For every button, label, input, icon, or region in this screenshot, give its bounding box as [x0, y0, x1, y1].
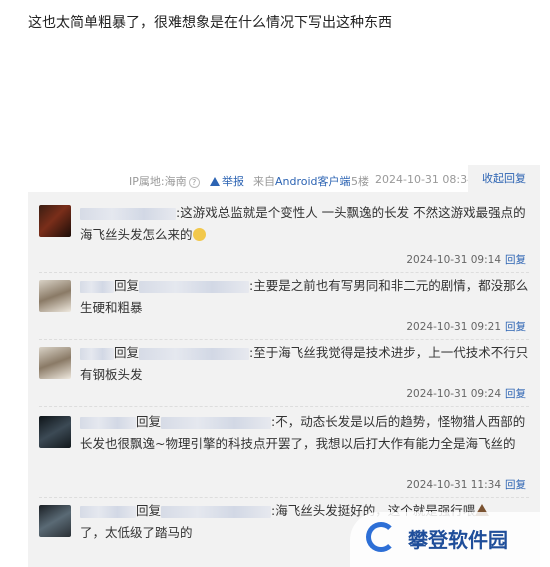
username-link[interactable]	[80, 505, 136, 518]
post-time: 2024-10-31 08:34	[375, 173, 475, 186]
username-link[interactable]	[80, 416, 136, 429]
comment-time: 2024-10-31 09:21 回复	[406, 321, 526, 333]
post-meta: IP属地:海南? 举报 来自Android客户端 5楼 2024-10-31 0…	[0, 171, 540, 189]
avatar[interactable]	[39, 205, 71, 237]
divider	[39, 406, 529, 407]
reply-link[interactable]: 回复	[505, 388, 526, 400]
reply-link[interactable]: 回复	[505, 479, 526, 491]
divider	[39, 272, 529, 273]
smile-emoji-icon	[192, 228, 206, 241]
client-source: 来自Android客户端	[253, 175, 351, 188]
avatar[interactable]	[39, 416, 71, 448]
divider	[39, 339, 529, 340]
reply-target-link[interactable]	[161, 505, 272, 518]
reply-list: :这游戏总监就是个变性人 一头飘逸的长发 不然这游戏最强点的海飞丝头发怎么来的 …	[28, 192, 540, 567]
collapse-replies-button[interactable]: 收起回复	[468, 165, 540, 192]
comment-body: 回复:至于海飞丝我觉得是技术进步，上一代技术不行只有钢板头发	[80, 345, 529, 382]
comment-body: :这游戏总监就是个变性人 一头飘逸的长发 不然这游戏最强点的海飞丝头发怎么来的	[80, 205, 526, 242]
reply-target-link[interactable]	[161, 416, 272, 429]
reply-link[interactable]: 回复	[505, 254, 526, 266]
ip-location: IP属地:海南?	[129, 173, 200, 189]
comment-time: 2024-10-31 11:34 回复	[406, 479, 526, 491]
reply-target-link[interactable]	[139, 280, 250, 293]
reply-target-link[interactable]	[139, 347, 250, 360]
report-link[interactable]: 举报	[210, 173, 244, 189]
help-icon[interactable]: ?	[188, 177, 200, 188]
post-content: 这也太简单粗暴了，很难想象是在什么情况下写出这种东西	[28, 15, 392, 31]
android-client-link[interactable]: Android客户端	[275, 175, 351, 188]
comment-time: 2024-10-31 09:24 回复	[406, 388, 526, 400]
watermark-text: 攀登软件园	[408, 528, 508, 552]
comment-body: 回复:主要是之前也有写男同和非二元的剧情，都没那么生硬和粗暴	[80, 278, 529, 315]
username-link[interactable]	[80, 347, 114, 360]
floor-number: 5楼	[351, 175, 369, 188]
divider	[39, 497, 529, 498]
username-link[interactable]	[80, 207, 176, 220]
warning-icon	[210, 177, 220, 186]
watermark: 攀登软件园	[350, 512, 550, 567]
comment-time: 2024-10-31 09:14 回复	[406, 254, 526, 266]
avatar[interactable]	[39, 347, 71, 379]
avatar[interactable]	[39, 505, 71, 537]
username-link[interactable]	[80, 280, 114, 293]
logo-icon	[366, 522, 396, 552]
avatar[interactable]	[39, 280, 71, 312]
reply-link[interactable]: 回复	[505, 321, 526, 333]
comment-body: 回复:不，动态长发是以后的趋势，怪物猎人西部的长发也很飘逸~物理引擎的科技点开罢…	[80, 414, 526, 451]
